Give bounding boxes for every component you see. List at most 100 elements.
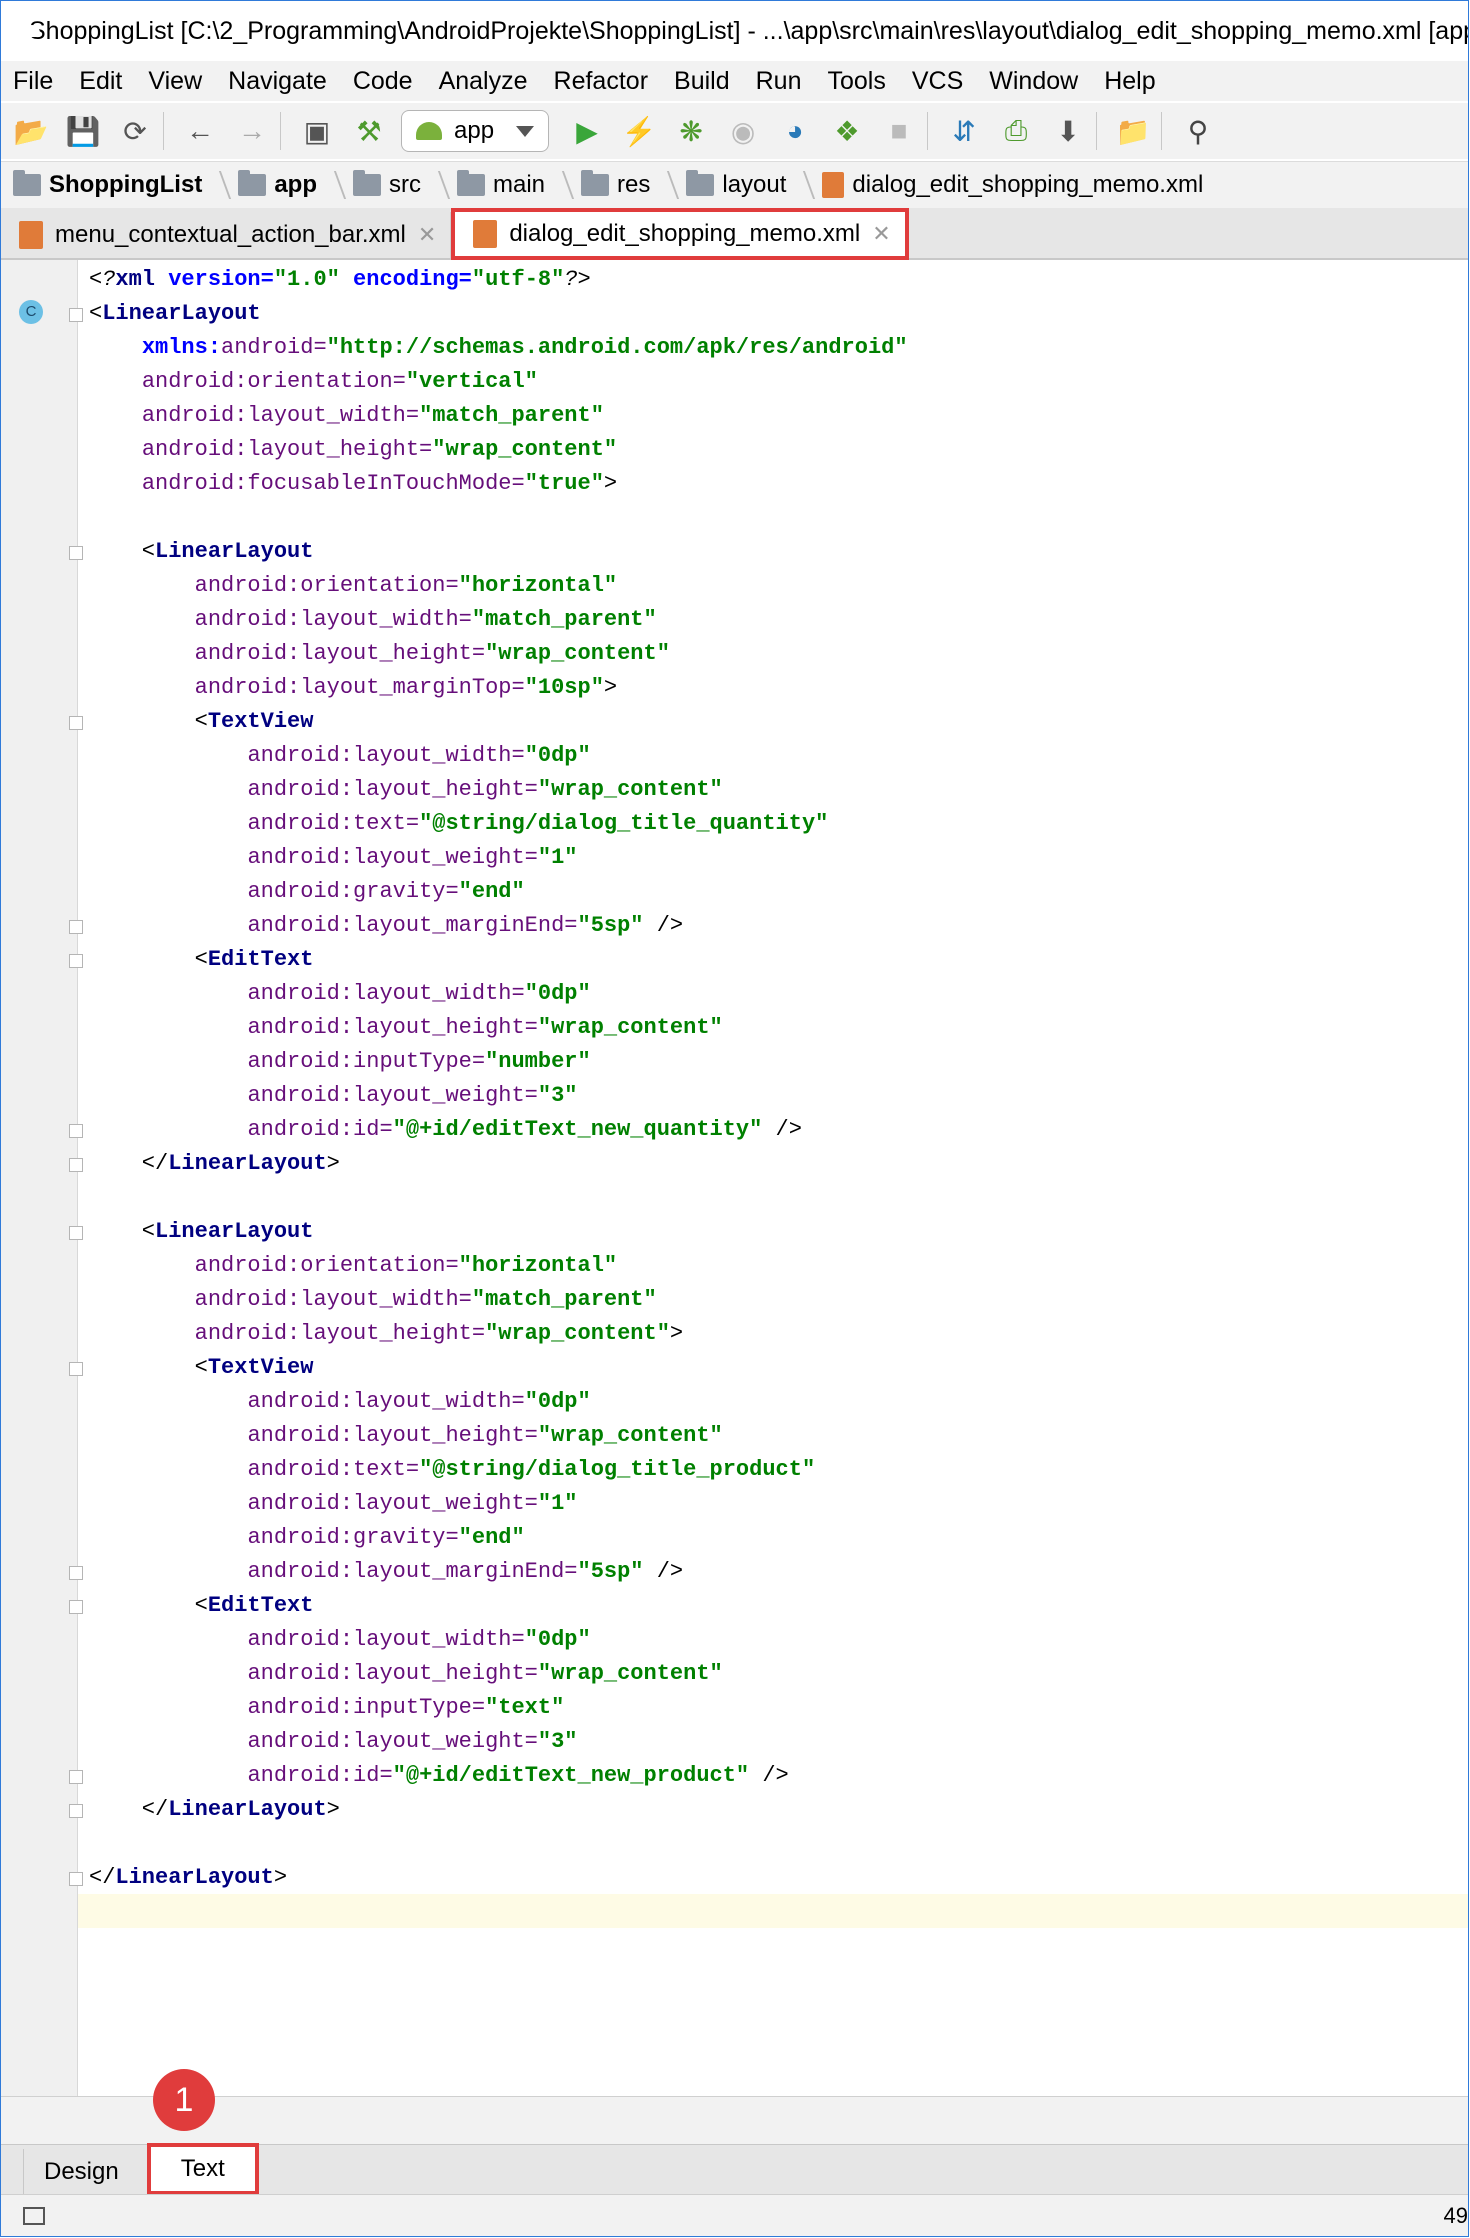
breadcrumb-app[interactable]: app xyxy=(226,170,317,199)
code-line[interactable]: android:layout_width="0dp" xyxy=(89,977,908,1011)
code-line[interactable]: android:layout_width="0dp" xyxy=(89,1385,908,1419)
fold-marker-icon[interactable] xyxy=(69,1226,83,1240)
project-structure-icon[interactable]: ▣ xyxy=(295,109,339,153)
apply-changes-icon[interactable]: ⚡ xyxy=(617,109,661,153)
menu-edit[interactable]: Edit xyxy=(66,67,135,96)
code-line[interactable]: <EditText xyxy=(89,1589,908,1623)
tab-design[interactable]: Design xyxy=(23,2149,139,2195)
fold-marker-icon[interactable] xyxy=(69,1600,83,1614)
code-line[interactable]: </LinearLayout> xyxy=(89,1147,908,1181)
code-line[interactable]: android:text="@string/dialog_title_produ… xyxy=(89,1453,908,1487)
menu-code[interactable]: Code xyxy=(340,67,426,96)
fold-marker-icon[interactable] xyxy=(69,1362,83,1376)
code-line[interactable]: android:layout_width="match_parent" xyxy=(89,399,908,433)
fold-marker-icon[interactable] xyxy=(69,1770,83,1784)
code-line[interactable] xyxy=(89,1827,908,1861)
toggle-tool-windows-icon[interactable] xyxy=(23,2207,45,2225)
menu-run[interactable]: Run xyxy=(743,67,815,96)
avd-manager-icon[interactable]: ⎙ xyxy=(994,109,1038,153)
code-line[interactable]: android:id="@+id/editText_new_quantity" … xyxy=(89,1113,908,1147)
sync-icon[interactable]: ⟳ xyxy=(113,109,157,153)
code-line[interactable]: android:layout_width="0dp" xyxy=(89,1623,908,1657)
stop-icon[interactable]: ■ xyxy=(877,109,921,153)
code-line[interactable]: </LinearLayout> xyxy=(89,1793,908,1827)
menu-refactor[interactable]: Refactor xyxy=(541,67,661,96)
code-line[interactable] xyxy=(89,1181,908,1215)
breadcrumb-src[interactable]: src xyxy=(341,170,421,199)
fold-marker-icon[interactable] xyxy=(69,716,83,730)
project-folder-icon[interactable]: 📁 xyxy=(1111,109,1155,153)
code-line[interactable]: android:focusableInTouchMode="true"> xyxy=(89,467,908,501)
tab-dialog-edit-shopping-memo[interactable]: dialog_edit_shopping_memo.xml ✕ xyxy=(451,208,909,260)
code-area[interactable]: <?xml version="1.0" encoding="utf-8"?> <L… xyxy=(89,263,908,1895)
code-line[interactable]: android:layout_height="wrap_content" xyxy=(89,1657,908,1691)
code-line[interactable]: android:layout_width="match_parent" xyxy=(89,603,908,637)
menu-navigate[interactable]: Navigate xyxy=(215,67,340,96)
code-editor[interactable]: C <?xml version="1.0" encoding="utf-8"?>… xyxy=(1,260,1468,2096)
code-line[interactable]: android:orientation="vertical" xyxy=(89,365,908,399)
code-line[interactable]: <TextView xyxy=(89,705,908,739)
code-line[interactable]: android:layout_marginEnd="5sp" /> xyxy=(89,909,908,943)
android-debug-icon[interactable]: ❖ xyxy=(825,109,869,153)
code-line[interactable]: </LinearLayout> xyxy=(89,1861,908,1895)
fold-marker-icon[interactable] xyxy=(69,1804,83,1818)
fold-marker-icon[interactable] xyxy=(69,1124,83,1138)
code-line[interactable]: <LinearLayout xyxy=(89,535,908,569)
code-line[interactable]: android:layout_height="wrap_content" xyxy=(89,1011,908,1045)
fold-marker-icon[interactable] xyxy=(69,920,83,934)
breadcrumb-res[interactable]: res xyxy=(569,170,650,199)
code-line[interactable]: android:layout_height="wrap_content"> xyxy=(89,1317,908,1351)
fold-marker-icon[interactable] xyxy=(69,954,83,968)
code-line[interactable]: android:id="@+id/editText_new_product" /… xyxy=(89,1759,908,1793)
code-line[interactable]: android:layout_marginEnd="5sp" /> xyxy=(89,1555,908,1589)
code-line[interactable]: <?xml version="1.0" encoding="utf-8"?> xyxy=(89,263,908,297)
menu-window[interactable]: Window xyxy=(976,67,1091,96)
breadcrumb-main[interactable]: main xyxy=(445,170,545,199)
code-line[interactable] xyxy=(89,501,908,535)
fold-marker-icon[interactable] xyxy=(69,1872,83,1886)
close-icon[interactable]: ✕ xyxy=(872,221,890,247)
gradle-sync-icon[interactable]: ⇵ xyxy=(942,109,986,153)
code-line[interactable]: android:layout_weight="1" xyxy=(89,1487,908,1521)
run-configuration-select[interactable]: app xyxy=(401,110,550,152)
menu-build[interactable]: Build xyxy=(661,67,743,96)
code-line[interactable]: android:layout_height="wrap_content" xyxy=(89,433,908,467)
code-line[interactable]: android:layout_width="match_parent" xyxy=(89,1283,908,1317)
menu-analyze[interactable]: Analyze xyxy=(426,67,541,96)
close-icon[interactable]: ✕ xyxy=(418,222,436,248)
code-line[interactable]: android:layout_height="wrap_content" xyxy=(89,773,908,807)
save-icon[interactable]: 💾 xyxy=(61,109,105,153)
search-icon[interactable]: ⚲ xyxy=(1176,109,1220,153)
code-line[interactable]: <LinearLayout xyxy=(89,1215,908,1249)
code-line[interactable]: android:layout_weight="3" xyxy=(89,1725,908,1759)
code-line[interactable]: <TextView xyxy=(89,1351,908,1385)
profile-icon[interactable]: ◕ xyxy=(773,109,817,153)
forward-icon[interactable]: → xyxy=(230,109,274,153)
fold-marker-icon[interactable] xyxy=(69,546,83,560)
sdk-manager-icon[interactable]: ⬇ xyxy=(1046,109,1090,153)
fold-marker-icon[interactable] xyxy=(69,308,83,322)
fold-marker-icon[interactable] xyxy=(69,1566,83,1580)
code-line[interactable]: android:inputType="text" xyxy=(89,1691,908,1725)
code-line[interactable]: <EditText xyxy=(89,943,908,977)
code-line[interactable]: android:orientation="horizontal" xyxy=(89,1249,908,1283)
attach-debugger-icon[interactable]: ◉ xyxy=(721,109,765,153)
code-line[interactable]: android:layout_height="wrap_content" xyxy=(89,1419,908,1453)
tab-menu-contextual-action-bar[interactable]: menu_contextual_action_bar.xml ✕ xyxy=(1,212,452,258)
open-icon[interactable]: 📂 xyxy=(9,109,53,153)
code-line[interactable]: android:layout_width="0dp" xyxy=(89,739,908,773)
menu-file[interactable]: File xyxy=(1,67,66,96)
code-line[interactable]: android:inputType="number" xyxy=(89,1045,908,1079)
code-line[interactable]: android:gravity="end" xyxy=(89,1521,908,1555)
code-line[interactable]: android:layout_weight="1" xyxy=(89,841,908,875)
code-line[interactable]: android:orientation="horizontal" xyxy=(89,569,908,603)
code-line[interactable]: android:gravity="end" xyxy=(89,875,908,909)
code-line[interactable]: android:text="@string/dialog_title_quant… xyxy=(89,807,908,841)
debug-icon[interactable]: ❋ xyxy=(669,109,713,153)
code-line[interactable]: xmlns:android="http://schemas.android.co… xyxy=(89,331,908,365)
breadcrumb-project[interactable]: ShoppingList xyxy=(1,170,202,199)
breadcrumb-layout[interactable]: layout xyxy=(674,170,786,199)
run-icon[interactable]: ▶ xyxy=(565,109,609,153)
code-line[interactable]: android:layout_height="wrap_content" xyxy=(89,637,908,671)
back-icon[interactable]: ← xyxy=(178,109,222,153)
